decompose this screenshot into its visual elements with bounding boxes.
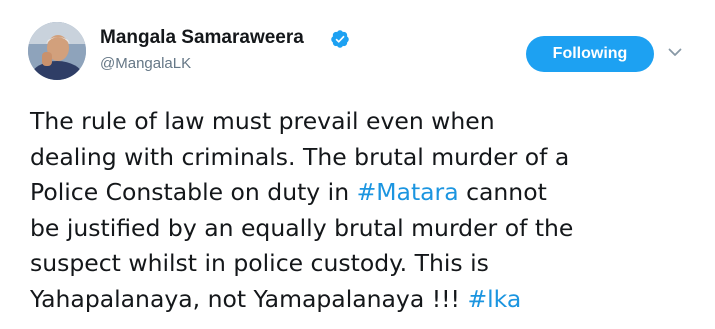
tweet-text-segment: dealing with criminals. The brutal murde…: [30, 142, 570, 171]
author-handle[interactable]: @MangalaLK: [100, 55, 191, 72]
tweet-line: Yahapalanaya, not Yamapalanaya !!! #lka: [30, 282, 700, 318]
hashtag-link-matara[interactable]: #Matara: [357, 178, 459, 206]
avatar[interactable]: [28, 22, 86, 80]
tweet-text-segment: Police Constable on duty in: [30, 178, 357, 206]
author-name[interactable]: Mangala Samaraweera: [100, 27, 304, 49]
tweet-card: Mangala Samaraweera @MangalaLK Following…: [0, 0, 715, 329]
avatar-image: [28, 22, 86, 80]
tweet-line: The rule of law must prevail even when: [30, 104, 700, 140]
tweet-text-segment: Yahapalanaya, not Yamapalanaya !!!: [30, 284, 468, 313]
tweet-line: Police Constable on duty in #Matara cann…: [30, 175, 700, 211]
tweet-text: The rule of law must prevail even when d…: [30, 104, 700, 317]
tweet-line: suspect whilst in police custody. This i…: [30, 246, 700, 282]
hashtag-link-lka[interactable]: #lka: [467, 285, 521, 313]
chevron-down-icon[interactable]: [667, 44, 683, 60]
tweet-text-segment: suspect whilst in police custody. This i…: [30, 249, 489, 277]
tweet-text-segment: The rule of law must prevail even when: [30, 107, 495, 135]
tweet-text-segment: cannot: [458, 178, 547, 206]
tweet-text-segment: be justified by an equally brutal murder…: [30, 213, 574, 242]
following-button[interactable]: Following: [526, 36, 654, 72]
tweet-line: dealing with criminals. The brutal murde…: [30, 140, 700, 176]
verified-badge-icon: [331, 30, 349, 48]
tweet-line: be justified by an equally brutal murder…: [30, 211, 700, 247]
